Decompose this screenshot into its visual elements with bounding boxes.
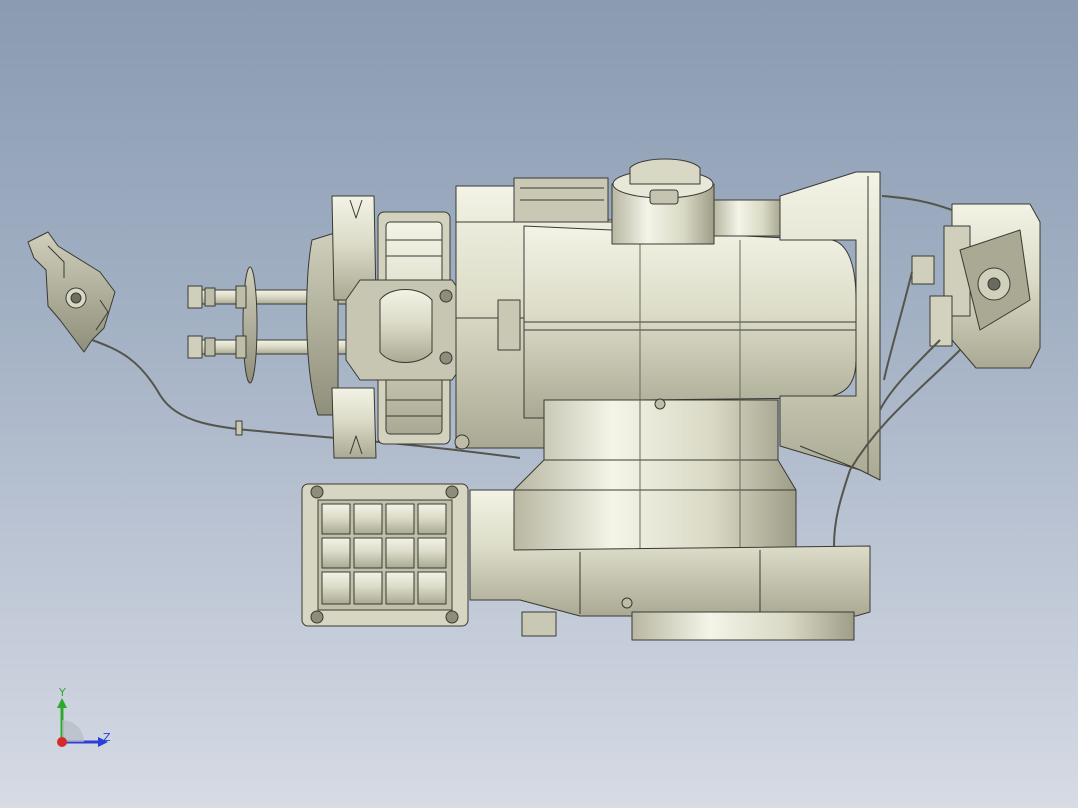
fan-bottom-cylinder [631, 611, 855, 641]
actuator-bracket-right [911, 203, 1041, 369]
clip-lower [331, 387, 377, 459]
y-axis-label: Y [59, 686, 66, 699]
sensor-bracket-left [27, 231, 116, 353]
coordinate-triad: Y Z [50, 686, 120, 756]
air-filter-grille [301, 483, 469, 627]
hvac-blower-assembly-model[interactable] [0, 0, 1078, 808]
cad-viewport[interactable]: Y Z [0, 0, 1078, 808]
z-axis-label: Z [103, 731, 111, 744]
fan-cylinder [513, 399, 797, 551]
